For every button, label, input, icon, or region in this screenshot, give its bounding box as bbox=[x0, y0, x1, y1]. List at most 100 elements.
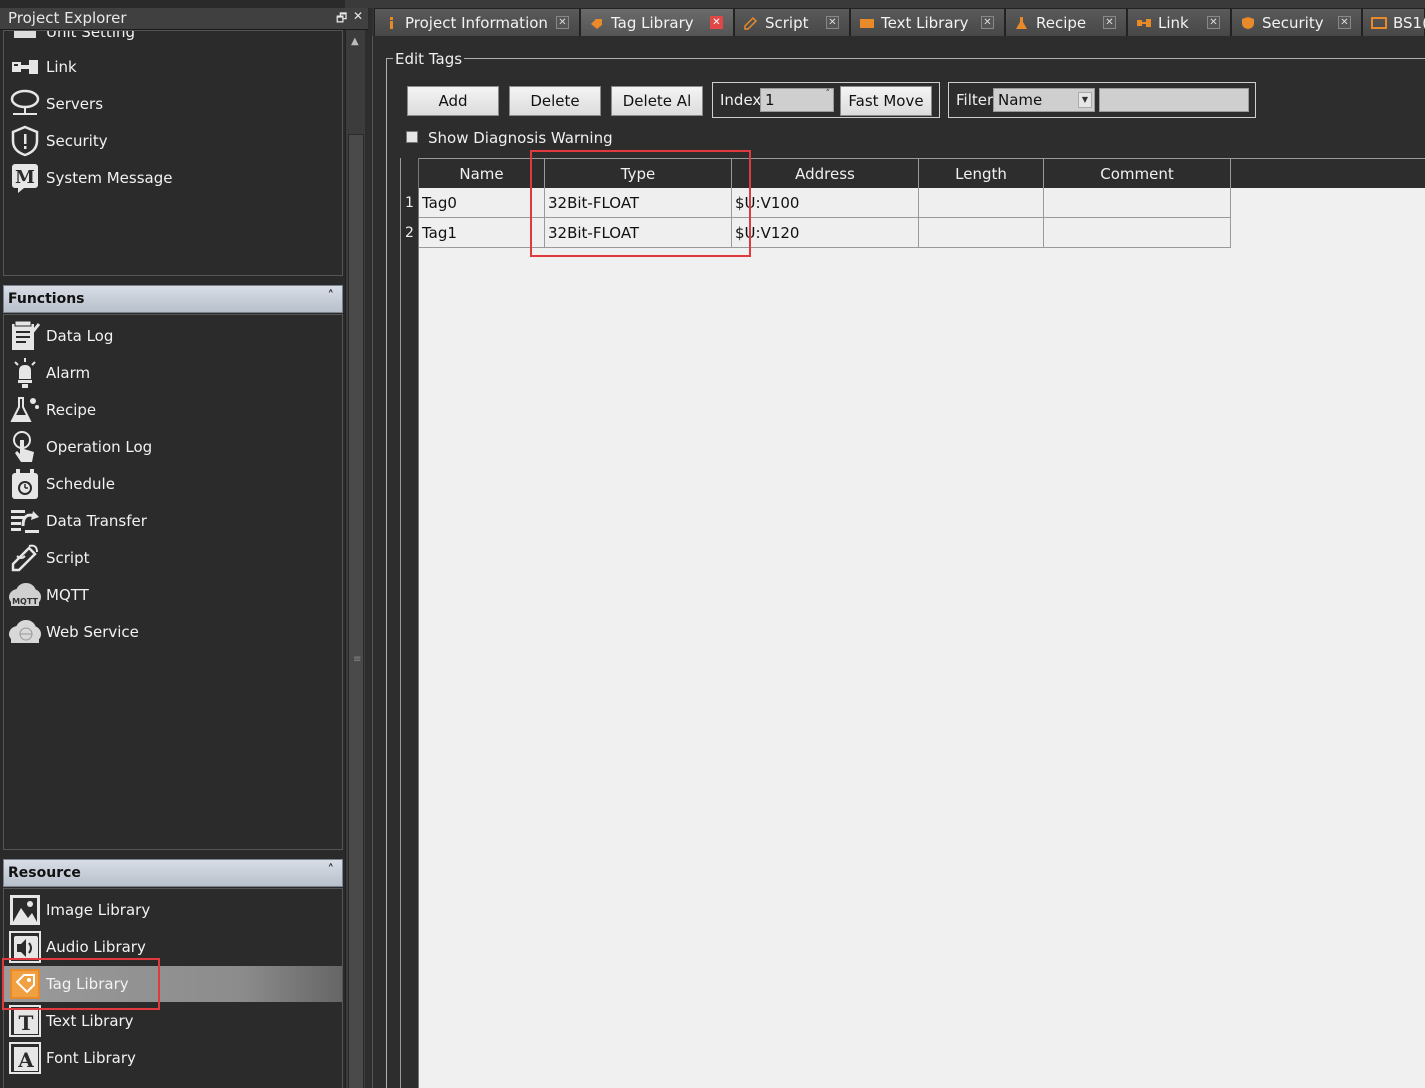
collapse-chevron-icon[interactable]: ˄ bbox=[328, 863, 335, 878]
scrollbar-thumb[interactable] bbox=[348, 134, 364, 1088]
tab-label: Tag Library bbox=[611, 13, 694, 32]
column-header-length[interactable]: Length bbox=[919, 158, 1044, 188]
resource-section-header[interactable]: Resource ˄ bbox=[3, 859, 343, 887]
column-header-address[interactable]: Address bbox=[732, 158, 919, 188]
column-header-type[interactable]: Type bbox=[545, 158, 732, 188]
table-cell-name[interactable]: Tag1 bbox=[419, 218, 545, 248]
resource-item-text-library[interactable]: T Text Library bbox=[8, 1004, 342, 1038]
functions-section: Data Log Alarm Recipe Operation Log Sche… bbox=[3, 314, 343, 850]
explorer-scrollbar[interactable]: ▲ ≡ bbox=[345, 30, 365, 1088]
unit-setting-icon bbox=[8, 31, 42, 48]
functions-item-label: Script bbox=[46, 549, 90, 567]
functions-item-recipe[interactable]: Recipe bbox=[8, 393, 342, 427]
explorer-item-system-message[interactable]: M System Message bbox=[8, 161, 342, 195]
index-spinner[interactable]: 1 ˄ bbox=[760, 88, 834, 112]
functions-item-label: Web Service bbox=[46, 623, 139, 641]
row-number[interactable]: 2 bbox=[400, 218, 419, 248]
spin-up-icon[interactable]: ˄ bbox=[826, 89, 831, 99]
script-icon bbox=[8, 542, 42, 574]
mqtt-icon: MQTT bbox=[8, 579, 42, 611]
tab-close-icon[interactable]: ✕ bbox=[1338, 16, 1351, 29]
link-icon bbox=[8, 51, 42, 83]
audio-library-icon bbox=[8, 931, 42, 963]
tab-text-library[interactable]: Text Library ✕ bbox=[850, 8, 1005, 36]
resource-item-font-library[interactable]: A Font Library bbox=[8, 1041, 342, 1075]
schedule-icon bbox=[8, 468, 42, 500]
row-number[interactable]: 1 bbox=[400, 188, 419, 218]
tab-bs1[interactable]: BS1( bbox=[1362, 8, 1425, 36]
resource-section: Image Library Audio Library Tag Library … bbox=[3, 888, 343, 1088]
functions-item-schedule[interactable]: Schedule bbox=[8, 467, 342, 501]
tab-close-icon[interactable]: ✕ bbox=[710, 16, 723, 29]
security-shield-icon bbox=[8, 125, 42, 157]
script-icon bbox=[743, 16, 759, 30]
filter-value: Name bbox=[998, 91, 1043, 109]
filter-dropdown[interactable]: Name ▼ bbox=[993, 88, 1095, 112]
column-header-name[interactable]: Name bbox=[419, 158, 545, 188]
row-header-column bbox=[400, 158, 419, 1088]
functions-item-alarm[interactable]: Alarm bbox=[8, 356, 342, 390]
tab-close-icon[interactable]: ✕ bbox=[826, 16, 839, 29]
collapse-chevron-icon[interactable]: ˄ bbox=[328, 289, 335, 304]
table-cell-address[interactable]: $U:V100 bbox=[732, 188, 919, 218]
web-service-icon bbox=[8, 616, 42, 648]
column-header-comment[interactable]: Comment bbox=[1044, 158, 1231, 188]
table-cell-type[interactable]: 32Bit-FLOAT bbox=[545, 218, 732, 248]
table-cell-address[interactable]: $U:V120 bbox=[732, 218, 919, 248]
splitter-grip-icon[interactable]: ≡ bbox=[353, 654, 361, 665]
float-window-icon[interactable]: 🗗 bbox=[336, 9, 347, 30]
font-library-icon: A bbox=[8, 1042, 42, 1074]
add-button[interactable]: Add bbox=[407, 86, 499, 116]
dropdown-arrow-icon[interactable]: ▼ bbox=[1078, 92, 1092, 108]
tag-library-icon bbox=[589, 16, 605, 30]
svg-text:T: T bbox=[19, 1011, 34, 1035]
functions-item-label: Alarm bbox=[46, 364, 91, 382]
functions-item-label: MQTT bbox=[46, 586, 89, 604]
tag-grid bbox=[400, 158, 1425, 1088]
functions-item-mqtt[interactable]: MQTT MQTT bbox=[8, 578, 342, 612]
table-cell-length[interactable] bbox=[919, 218, 1044, 248]
tab-close-icon[interactable]: ✕ bbox=[556, 16, 569, 29]
tag-library-icon bbox=[8, 968, 42, 1000]
table-cell-length[interactable] bbox=[919, 188, 1044, 218]
filter-text-input[interactable] bbox=[1099, 88, 1249, 112]
resource-title: Resource bbox=[8, 865, 81, 881]
functions-item-label: Data Transfer bbox=[46, 512, 147, 530]
table-cell-type[interactable]: 32Bit-FLOAT bbox=[545, 188, 732, 218]
tab-close-icon[interactable]: ✕ bbox=[1207, 16, 1220, 29]
functions-item-operation-log[interactable]: Operation Log bbox=[8, 430, 342, 464]
functions-item-web-service[interactable]: Web Service bbox=[8, 615, 342, 649]
tab-close-icon[interactable]: ✕ bbox=[1103, 16, 1116, 29]
functions-item-data-transfer[interactable]: Data Transfer bbox=[8, 504, 342, 538]
delete-all-button[interactable]: Delete Al bbox=[611, 86, 703, 116]
functions-title: Functions bbox=[8, 291, 85, 307]
table-cell-name[interactable]: Tag0 bbox=[419, 188, 545, 218]
functions-section-header[interactable]: Functions ˄ bbox=[3, 285, 343, 313]
resource-item-audio-library[interactable]: Audio Library bbox=[8, 930, 342, 964]
explorer-item-security[interactable]: Security bbox=[8, 124, 342, 158]
explorer-item-label: Unit Setting bbox=[46, 30, 136, 41]
close-panel-icon[interactable]: ✕ bbox=[353, 9, 363, 23]
resource-item-tag-library[interactable]: Tag Library bbox=[4, 966, 342, 1002]
scroll-up-icon[interactable]: ▲ bbox=[351, 36, 359, 47]
show-diagnosis-warning-checkbox[interactable] bbox=[406, 131, 418, 143]
tab-close-icon[interactable]: ✕ bbox=[981, 16, 994, 29]
table-cell-comment[interactable] bbox=[1044, 188, 1231, 218]
recipe-icon bbox=[1014, 16, 1030, 30]
tab-recipe[interactable]: Recipe ✕ bbox=[1005, 8, 1127, 36]
functions-item-script[interactable]: Script bbox=[8, 541, 342, 575]
tab-tag-library[interactable]: Tag Library ✕ bbox=[580, 8, 734, 36]
delete-button[interactable]: Delete bbox=[509, 86, 601, 116]
tab-project-information[interactable]: Project Information ✕ bbox=[374, 8, 580, 36]
functions-item-data-log[interactable]: Data Log bbox=[8, 319, 342, 353]
explorer-item-unit-setting[interactable]: Unit Setting bbox=[8, 30, 342, 49]
tab-security[interactable]: Security ✕ bbox=[1231, 8, 1362, 36]
explorer-item-link[interactable]: Link bbox=[8, 50, 342, 84]
index-value: 1 bbox=[765, 91, 775, 109]
tab-script[interactable]: Script ✕ bbox=[734, 8, 850, 36]
explorer-item-servers[interactable]: Servers bbox=[8, 87, 342, 121]
fast-move-button[interactable]: Fast Move bbox=[840, 86, 932, 116]
table-cell-comment[interactable] bbox=[1044, 218, 1231, 248]
tab-link[interactable]: Link ✕ bbox=[1127, 8, 1231, 36]
resource-item-image-library[interactable]: Image Library bbox=[8, 893, 342, 927]
